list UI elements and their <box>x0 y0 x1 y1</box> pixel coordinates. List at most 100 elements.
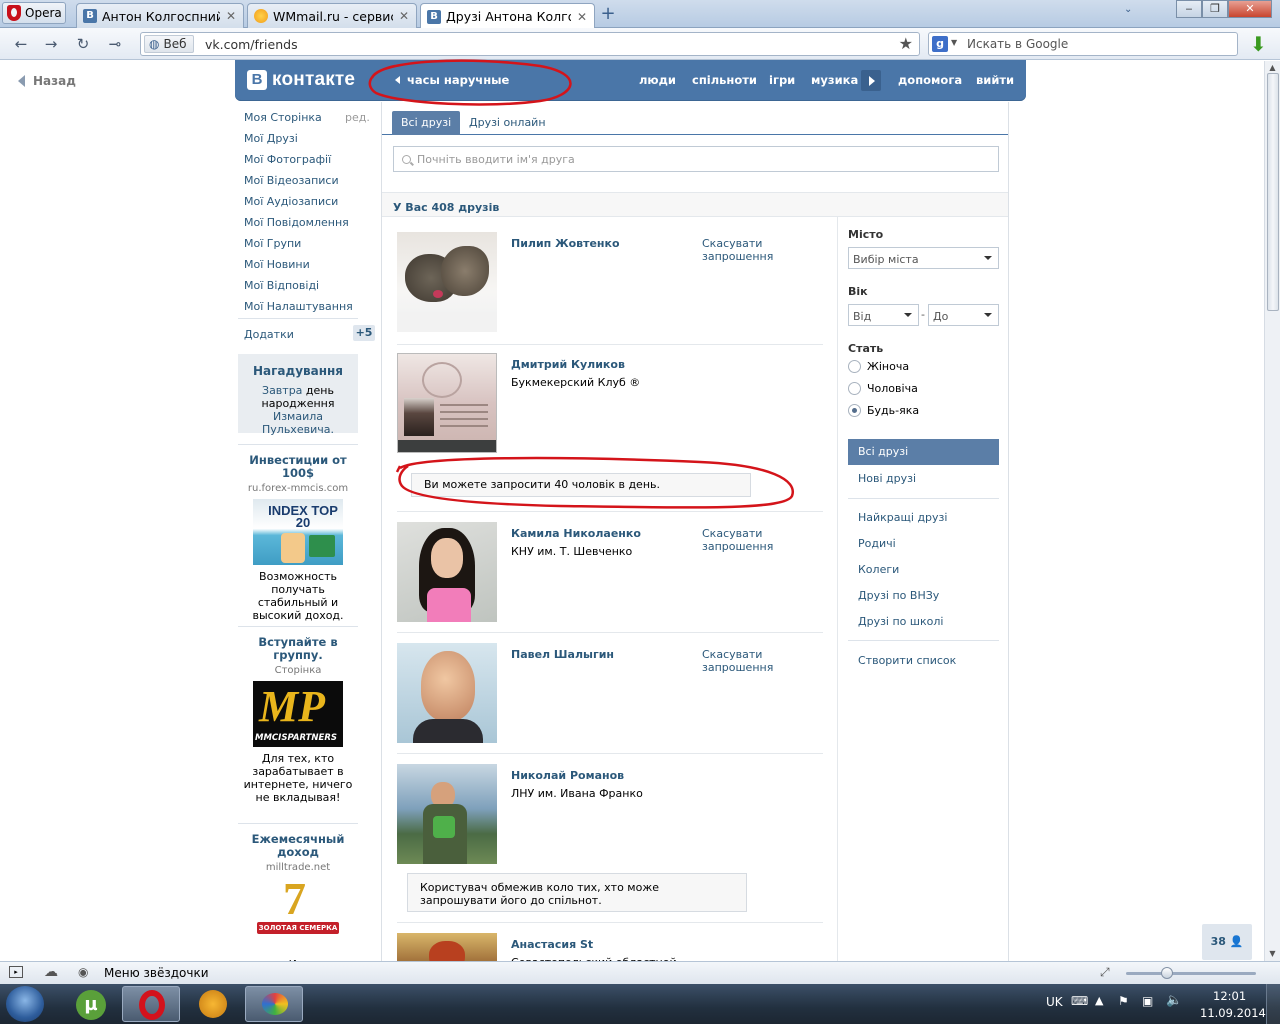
vk-logo[interactable]: B контакте <box>247 69 355 91</box>
paint-taskbar-button[interactable] <box>245 986 303 1022</box>
web-badge[interactable]: ◍ Веб <box>144 35 194 53</box>
clock-date[interactable]: 11.09.2014 <box>1200 1006 1266 1020</box>
apps-count-badge[interactable]: +5 <box>353 325 375 341</box>
zoom-icon[interactable]: ⤢ <box>1100 965 1110 980</box>
close-tab-icon[interactable]: ✕ <box>398 9 410 23</box>
menu-my-videos[interactable]: Мої Відеозаписи <box>244 174 339 187</box>
nav-logout[interactable]: вийти <box>976 73 1014 87</box>
ad-title[interactable]: Вступайте в группу. <box>238 636 358 662</box>
zoom-slider-thumb[interactable] <box>1161 967 1173 979</box>
close-window-icon[interactable]: ✕ <box>1228 0 1272 18</box>
tray-expand-icon[interactable]: ▲ <box>1095 994 1103 1007</box>
menu-my-audio[interactable]: Мої Аудіозаписи <box>244 195 338 208</box>
cancel-invitation-link[interactable]: Скасувати запрошення <box>702 527 792 553</box>
ad-image[interactable]: 7 ЗОЛОТАЯ СЕМЕРКА <box>253 878 343 944</box>
bookmark-star-icon[interactable]: ★ <box>899 34 913 53</box>
list-best-friends[interactable]: Найкращі друзі <box>858 511 947 524</box>
back-link[interactable]: Назад <box>18 74 76 88</box>
minimize-icon[interactable]: ‒ <box>1176 0 1202 18</box>
tab-overview-chevron-icon[interactable]: ⌄ <box>1124 4 1142 18</box>
scroll-thumb[interactable] <box>1267 73 1279 311</box>
menu-my-messages[interactable]: Мої Повідомлення <box>244 216 349 229</box>
close-tab-icon[interactable]: ✕ <box>576 10 588 24</box>
friend-name[interactable]: Камила Николаенко <box>511 527 641 540</box>
volume-icon[interactable]: 🔈 <box>1166 993 1182 1008</box>
scroll-down-icon[interactable]: ▼ <box>1265 947 1280 961</box>
list-university-friends[interactable]: Друзі по ВНЗу <box>858 589 939 602</box>
cancel-invitation-link[interactable]: Скасувати запрошення <box>702 648 792 674</box>
browser-tab-wmmail[interactable]: WMmail.ru - сервис п... ✕ <box>247 3 417 28</box>
show-desktop-button[interactable] <box>1266 984 1280 1024</box>
back-arrow-icon[interactable]: ← <box>10 34 32 54</box>
cloud-icon[interactable]: ☁ <box>44 964 58 980</box>
clock-time[interactable]: 12:01 <box>1213 989 1246 1003</box>
aimp-taskbar-button[interactable] <box>184 986 242 1022</box>
menu-my-replies[interactable]: Мої Відповіді <box>244 279 319 292</box>
address-bar[interactable]: ◍ Веб vk.com/friends ★ <box>140 32 920 56</box>
keyboard-icon[interactable]: ⌨ <box>1071 994 1088 1008</box>
search-field[interactable]: g ▼ Искать в Google <box>928 32 1238 56</box>
page-scrollbar[interactable]: ▲ ▼ <box>1264 61 1280 961</box>
nav-people[interactable]: люди <box>639 73 676 87</box>
reminder-person-link[interactable]: Измаила Пульхевича. <box>262 410 334 436</box>
menu-my-page[interactable]: Моя Сторінка <box>244 111 322 124</box>
city-select[interactable]: Вибір міста <box>848 247 999 269</box>
menu-my-groups[interactable]: Мої Групи <box>244 237 301 250</box>
new-tab-plus-icon[interactable]: + <box>598 5 618 25</box>
browser-tab-profile[interactable]: B Антон Колгоспний ✕ <box>76 3 244 28</box>
key-icon[interactable]: ⊸ <box>104 34 126 54</box>
close-tab-icon[interactable]: ✕ <box>225 9 237 23</box>
google-search-icon[interactable]: g <box>932 36 948 52</box>
nav-help[interactable]: допомога <box>898 73 962 87</box>
age-to-select[interactable]: До <box>928 304 999 326</box>
browser-tab-friends[interactable]: B Друзі Антона Колгоспн... ✕ <box>420 3 595 29</box>
gender-option-female[interactable]: Жіноча <box>848 360 909 373</box>
zoom-slider[interactable] <box>1126 972 1256 975</box>
friend-avatar[interactable] <box>397 353 497 453</box>
menu-my-news[interactable]: Мої Новини <box>244 258 310 271</box>
ad-block[interactable]: Вступайте в группу. Сторінка MP MMCISPAR… <box>238 636 358 805</box>
ad-title[interactable]: Инвестиции от 100$ <box>238 454 358 480</box>
ad-block[interactable]: Ежемесячный доход milltrade.net 7 ЗОЛОТА… <box>238 833 358 968</box>
start-button-icon[interactable] <box>6 986 44 1022</box>
cancel-invitation-link[interactable]: Скасувати запрошення <box>702 237 792 263</box>
nav-music[interactable]: музика <box>811 73 858 87</box>
nav-communities[interactable]: спільноти <box>692 73 757 87</box>
gender-option-any[interactable]: Будь-яка <box>848 404 919 417</box>
tab-all-friends[interactable]: Всі друзі <box>392 111 461 135</box>
tab-friends-online[interactable]: Друзі онлайн <box>460 111 555 135</box>
opera-taskbar-button[interactable] <box>122 986 180 1022</box>
music-play-icon[interactable] <box>861 70 881 91</box>
forward-arrow-icon[interactable]: → <box>40 34 62 54</box>
reminder-date-link[interactable]: Завтра <box>262 384 302 397</box>
language-indicator[interactable]: UK <box>1046 995 1063 1009</box>
list-colleagues[interactable]: Колеги <box>858 563 899 576</box>
menu-my-settings[interactable]: Мої Налаштування <box>244 300 353 313</box>
menu-my-friends[interactable]: Мої Друзі <box>244 132 298 145</box>
speed-dial-icon[interactable]: ◉ <box>78 965 88 979</box>
friend-avatar[interactable] <box>397 933 497 962</box>
friend-name[interactable]: Пилип Жовтенко <box>511 237 620 250</box>
header-back-item[interactable]: часы наручные <box>395 73 509 87</box>
friend-name[interactable]: Дмитрий Куликов <box>511 358 625 371</box>
download-arrow-icon[interactable]: ⬇ <box>1250 34 1270 54</box>
menu-apps[interactable]: Додатки <box>244 328 294 341</box>
gender-option-male[interactable]: Чоловіча <box>848 382 918 395</box>
utorrent-taskbar-button[interactable]: µ <box>62 986 120 1022</box>
ad-block[interactable]: Инвестиции от 100$ ru.forex-mmcis.com IN… <box>238 454 358 623</box>
ad-image[interactable]: INDEX TOP 20 <box>253 499 343 565</box>
menu-my-photos[interactable]: Мої Фотографії <box>244 153 331 166</box>
list-new-friends[interactable]: Нові друзі <box>858 472 916 485</box>
search-engine-dropdown-icon[interactable]: ▼ <box>951 38 957 47</box>
action-center-flag-icon[interactable]: ⚑ <box>1118 994 1129 1008</box>
friend-avatar[interactable] <box>397 522 497 622</box>
nav-games[interactable]: ігри <box>769 73 795 87</box>
ad-image[interactable]: MP MMCISPARTNERS <box>253 681 343 747</box>
online-friends-button[interactable]: 38 👤 <box>1202 924 1252 960</box>
create-list-link[interactable]: Створити список <box>858 654 956 667</box>
friend-name[interactable]: Павел Шалыгин <box>511 648 614 661</box>
list-all-friends[interactable]: Всі друзі <box>848 439 999 465</box>
age-from-select[interactable]: Від <box>848 304 919 326</box>
ad-title[interactable]: Ежемесячный доход <box>238 833 358 859</box>
maximize-icon[interactable]: ❐ <box>1202 0 1228 18</box>
